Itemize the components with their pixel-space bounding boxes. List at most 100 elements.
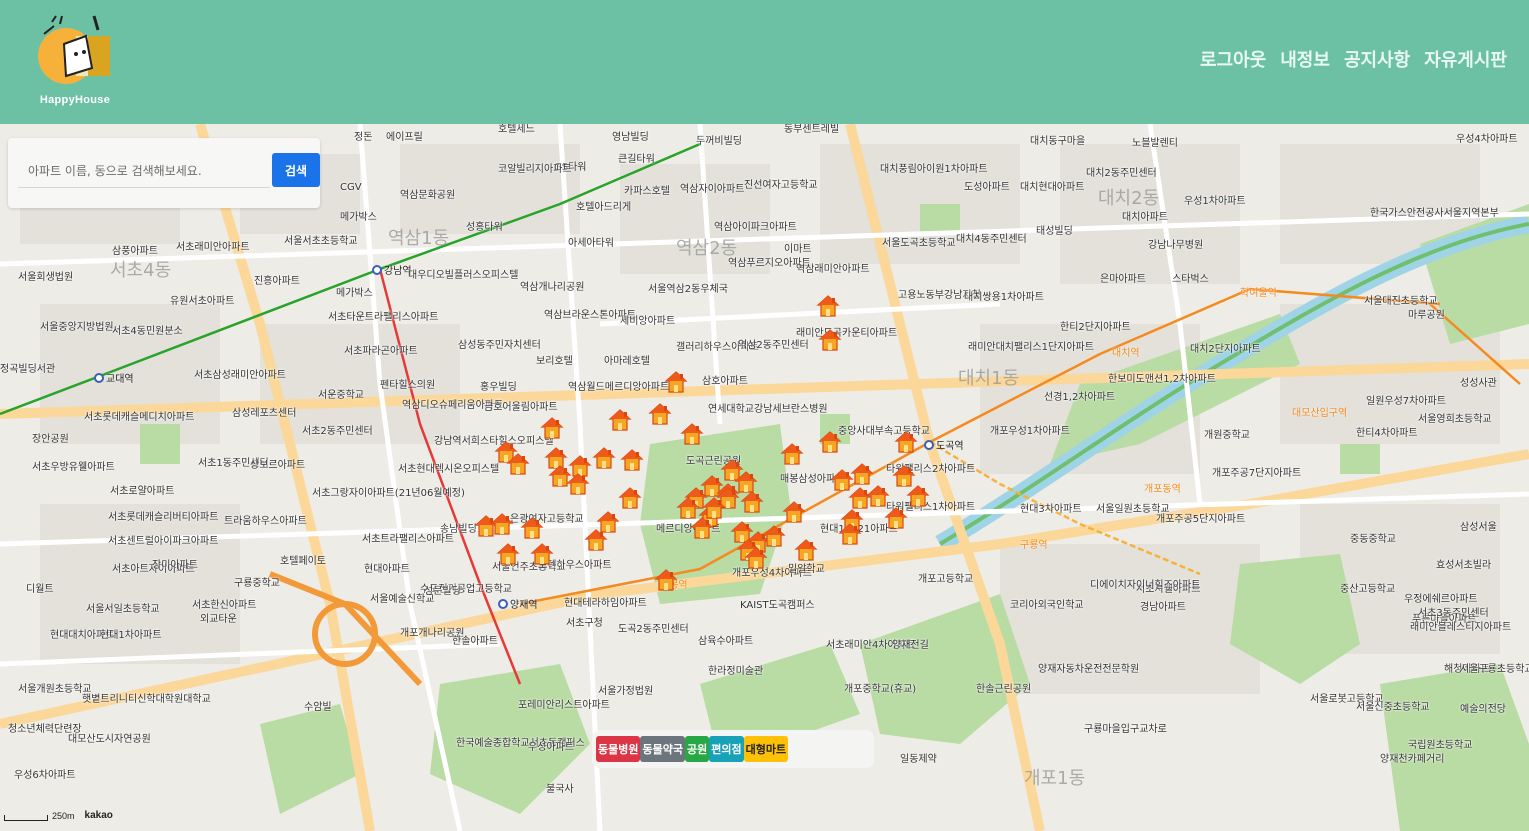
map-place-label: 중동중학교 [1350, 534, 1396, 545]
apartment-house-marker-icon[interactable] [906, 484, 930, 508]
main-nav: 로그아웃 내정보 공지사항 자유게시판 [1200, 46, 1507, 72]
map-place-label: 은마아파트 [1100, 274, 1146, 285]
area-label: 대치1동 [958, 368, 1020, 389]
apartment-house-marker-icon[interactable] [584, 528, 608, 552]
apartment-house-marker-icon[interactable] [618, 486, 642, 510]
category-convenience-store-button[interactable]: 편의점 [709, 736, 744, 762]
map-place-label: 장미아파트 [152, 560, 198, 571]
apartment-house-marker-icon[interactable] [648, 402, 672, 426]
station-marker[interactable]: 양재역 [498, 596, 538, 611]
map-place-label: 역삼문화공원 [400, 190, 456, 201]
map-place-label: 선경1,2차아파트 [1044, 392, 1116, 403]
nav-notice[interactable]: 공지사항 [1344, 46, 1410, 72]
apartment-house-marker-icon[interactable] [782, 500, 806, 524]
category-animal-pharmacy-button[interactable]: 동물약국 [640, 736, 685, 762]
search-button[interactable]: 검색 [272, 153, 320, 187]
map-place-label: 성홍타워 [466, 222, 503, 233]
map-place-label: 삼육수아파트 [698, 636, 754, 647]
station-marker[interactable]: 구룡역 [1020, 536, 1048, 551]
map-place-label: 태성빌딩 [1036, 226, 1073, 237]
map-place-label: 한보미도맨션1,2차아파트 [1108, 374, 1216, 385]
apartment-house-marker-icon[interactable] [506, 452, 530, 476]
map-place-label: 수암빌 [304, 702, 332, 713]
station-marker[interactable]: 교대역 [94, 370, 134, 385]
apartment-house-marker-icon[interactable] [866, 484, 890, 508]
map-place-label: 서초현대렉시온오피스텔 [398, 464, 500, 475]
apartment-house-marker-icon[interactable] [654, 568, 678, 592]
map-place-label: 노블발렌티 [1132, 138, 1178, 149]
map-place-label: 구룡마을입구교차로 [1084, 724, 1167, 735]
nav-my-info[interactable]: 내정보 [1280, 46, 1330, 72]
nav-logout[interactable]: 로그아웃 [1200, 46, 1266, 72]
apartment-house-marker-icon[interactable] [664, 370, 688, 394]
map-place-label: 서울구룡초등학교 [1460, 664, 1529, 675]
map-place-label: 강남나무병원 [1148, 240, 1204, 251]
apartment-house-marker-icon[interactable] [530, 542, 554, 566]
station-marker[interactable]: 대모산입구역 [1292, 404, 1347, 419]
apartment-house-marker-icon[interactable] [744, 546, 768, 570]
apartment-house-marker-icon[interactable] [762, 524, 786, 548]
apartment-house-marker-icon[interactable] [540, 416, 564, 440]
station-marker[interactable]: 학여울역 [1240, 284, 1277, 299]
map-place-label: 국립원초등학교 [1408, 740, 1473, 751]
map-place-label: 상보르아파트 [250, 460, 306, 471]
apartment-house-marker-icon[interactable] [702, 496, 726, 520]
map-place-label: 서울개원초등학교 [18, 684, 92, 695]
map-place-label: 현대아파트 [364, 564, 410, 575]
category-animal-hospital-button[interactable]: 동물병원 [596, 736, 641, 762]
apartment-house-marker-icon[interactable] [740, 490, 764, 514]
apartment-house-marker-icon[interactable] [884, 506, 908, 530]
map-view[interactable]: 역삼1동 역삼2동 대치2동 대치1동 서초4동 개포1동 강남역 교대역 양재… [0, 124, 1529, 831]
apartment-house-marker-icon[interactable] [816, 294, 840, 318]
apartment-house-marker-icon[interactable] [490, 512, 514, 536]
scale-bar [4, 815, 48, 821]
kakao-logo[interactable]: kakao [85, 810, 113, 821]
map-place-label: 큰길타워 [618, 154, 655, 165]
map-place-label: 개포고등학교 [918, 574, 974, 585]
map-place-label: 대치동구마을 [1030, 136, 1086, 147]
apartment-house-marker-icon[interactable] [838, 522, 862, 546]
search-input[interactable] [18, 154, 270, 188]
category-mart-button[interactable]: 대형마트 [743, 736, 789, 762]
apartment-house-marker-icon[interactable] [794, 538, 818, 562]
station-marker[interactable]: 대치역 [1112, 344, 1140, 359]
map-place-label: 한솔아파트 [452, 636, 498, 647]
map-place-label: 서울신중초등학교 [1356, 702, 1430, 713]
area-label: 서초4동 [110, 260, 172, 281]
apartment-house-marker-icon[interactable] [894, 430, 918, 454]
apartment-house-marker-icon[interactable] [520, 516, 544, 540]
map-place-label: 역삼2동주민센터 [738, 340, 809, 351]
map-place-label: 밀알학교 [788, 564, 825, 575]
map-place-label: 역삼래미안아파트 [796, 264, 870, 275]
apartment-house-marker-icon[interactable] [620, 448, 644, 472]
apartment-house-marker-icon[interactable] [496, 542, 520, 566]
map-place-label: 서초우방유웰아파트 [32, 462, 115, 473]
station-marker[interactable]: 강남역 [372, 262, 412, 277]
map-place-label: KAIST도곡캠퍼스 [740, 600, 815, 611]
station-marker[interactable]: 개포동역 [1144, 480, 1181, 495]
nav-free-board[interactable]: 자유게시판 [1424, 46, 1507, 72]
apartment-house-marker-icon[interactable] [780, 442, 804, 466]
map-place-label: 래미안도곡카운티아파트 [796, 328, 898, 339]
map-place-label: 보리호텔 [536, 356, 573, 367]
apartment-house-marker-icon[interactable] [566, 472, 590, 496]
map-place-label: 에이프릴 [386, 132, 423, 143]
apartment-house-marker-icon[interactable] [608, 408, 632, 432]
map-place-label: 양재전길 [892, 640, 929, 651]
logo-icon [38, 15, 110, 84]
map-place-label: 서울회생법원 [18, 272, 74, 283]
apartment-house-marker-icon[interactable] [818, 328, 842, 352]
map-place-label: 서울역삼2동우체국 [648, 284, 728, 295]
apartment-house-marker-icon[interactable] [680, 422, 704, 446]
apartment-house-marker-icon[interactable] [818, 430, 842, 454]
apartment-house-marker-icon[interactable] [592, 446, 616, 470]
category-park-button[interactable]: 공원 [684, 736, 710, 762]
map-place-label: 역삼개나리공원 [520, 282, 585, 293]
map-place-label: 우성4차아파트 [1456, 134, 1518, 145]
map-place-label: 장안공원 [32, 434, 69, 445]
happyhouse-logo[interactable]: HappyHouse [30, 14, 120, 110]
area-label: 개포1동 [1024, 768, 1086, 789]
station-marker[interactable]: 도곡역 [924, 437, 964, 452]
map-place-label: 서초롯데캐슬메디치아파트 [84, 412, 195, 423]
map-scale: 250m kakao [4, 810, 113, 821]
